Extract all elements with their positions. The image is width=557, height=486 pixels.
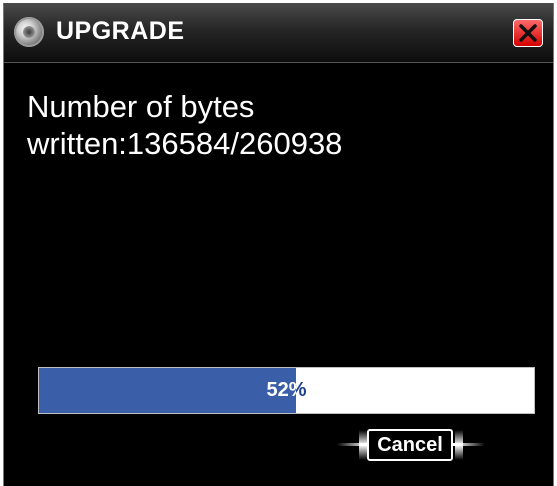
- status-message: Number of bytes written:136584/260938: [27, 88, 537, 162]
- cancel-button[interactable]: Cancel: [367, 429, 453, 461]
- message-line-1: Number of bytes: [27, 89, 255, 124]
- progress-bar: 52% 52%: [38, 367, 535, 414]
- progress-label-overlay: 52%: [266, 379, 296, 401]
- upgrade-dialog: UPGRADE Number of bytes written:136584/2…: [3, 3, 554, 486]
- disc-icon: [14, 17, 44, 47]
- cancel-sparkle-left: [359, 430, 367, 460]
- message-line-2: written:136584/260938: [27, 126, 343, 161]
- close-x-icon: [519, 24, 537, 42]
- title-bar[interactable]: UPGRADE: [4, 3, 553, 63]
- close-button[interactable]: [513, 19, 543, 47]
- cancel-sparkle-right: [455, 430, 463, 460]
- window-title: UPGRADE: [56, 17, 185, 45]
- progress-fill: 52%: [39, 368, 297, 413]
- cancel-button-frame: Cancel: [337, 427, 485, 463]
